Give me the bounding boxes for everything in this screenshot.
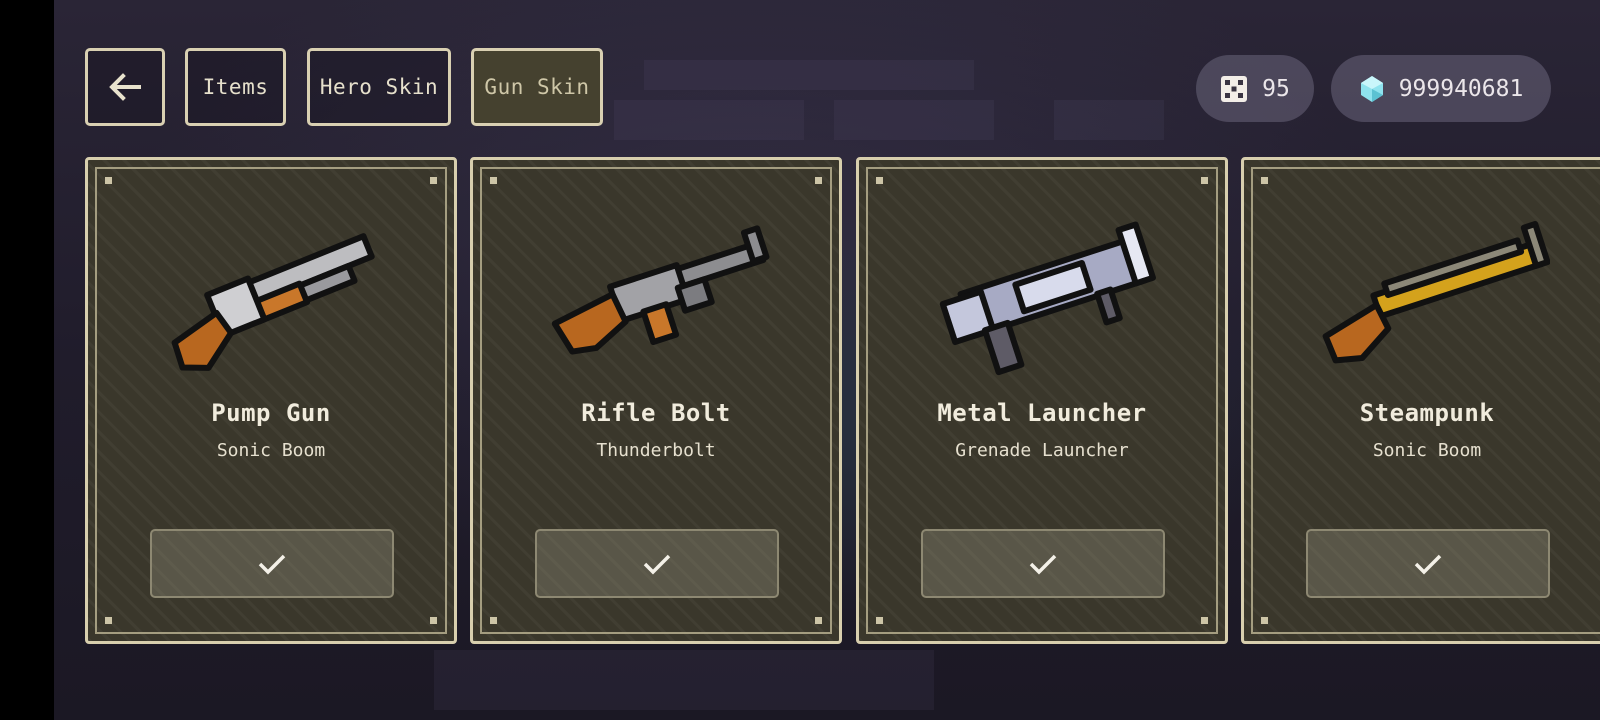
gem-counter: 999940681 xyxy=(1331,55,1551,122)
checkmark-icon xyxy=(258,554,286,574)
corner-dot xyxy=(1261,617,1268,624)
corner-dot xyxy=(105,177,112,184)
card-title: Pump Gun xyxy=(211,399,331,427)
checkmark-icon xyxy=(643,554,671,574)
corner-dot xyxy=(490,617,497,624)
background-block xyxy=(1054,100,1164,140)
back-button[interactable] xyxy=(85,48,165,126)
tab-label: Gun Skin xyxy=(484,75,590,99)
gem-count: 999940681 xyxy=(1398,75,1524,102)
corner-dot xyxy=(1201,617,1208,624)
gun-skin-card[interactable]: Pump Gun Sonic Boom xyxy=(85,157,457,644)
corner-dot xyxy=(490,177,497,184)
tab-label: Items xyxy=(202,75,269,99)
gun-skin-card[interactable]: Steampunk Sonic Boom xyxy=(1241,157,1600,644)
corner-dot xyxy=(876,177,883,184)
checkmark-icon xyxy=(1029,554,1057,574)
corner-dot xyxy=(105,617,112,624)
corner-dot xyxy=(1261,177,1268,184)
gun-skin-card[interactable]: Rifle Bolt Thunderbolt xyxy=(470,157,842,644)
card-subtitle: Grenade Launcher xyxy=(955,440,1129,461)
card-title: Rifle Bolt xyxy=(581,399,731,427)
background-block xyxy=(434,650,934,710)
card-subtitle: Sonic Boom xyxy=(216,440,326,461)
dice-icon xyxy=(1221,75,1248,102)
pump-gun-icon xyxy=(171,233,375,371)
dice-counter: 95 xyxy=(1196,55,1314,122)
tab-gun-skin[interactable]: Gun Skin xyxy=(471,48,603,126)
tab-label: Hero Skin xyxy=(319,75,439,99)
background-block xyxy=(644,60,974,90)
corner-dot xyxy=(430,177,437,184)
corner-dot xyxy=(815,617,822,624)
card-title: Metal Launcher xyxy=(937,399,1147,427)
steampunk-gun-icon xyxy=(1322,221,1550,364)
select-button[interactable] xyxy=(1306,529,1550,598)
select-button[interactable] xyxy=(535,529,779,598)
dice-count: 95 xyxy=(1262,75,1290,102)
checkmark-icon xyxy=(1414,554,1442,574)
select-button[interactable] xyxy=(921,529,1165,598)
rifle-bolt-icon xyxy=(551,225,770,355)
metal-launcher-icon xyxy=(939,221,1156,376)
corner-dot xyxy=(876,617,883,624)
card-subtitle: Sonic Boom xyxy=(1372,440,1482,461)
arrow-left-icon xyxy=(109,73,141,101)
background-block xyxy=(614,100,804,140)
tab-hero-skin[interactable]: Hero Skin xyxy=(307,48,451,126)
card-subtitle: Thunderbolt xyxy=(596,440,716,461)
background-block xyxy=(834,100,994,140)
corner-dot xyxy=(815,177,822,184)
gem-icon xyxy=(1360,75,1383,102)
select-button[interactable] xyxy=(150,529,394,598)
corner-dot xyxy=(430,617,437,624)
game-screen: Items Hero Skin Gun Skin 95 999940681 Pu… xyxy=(54,0,1600,720)
tab-items[interactable]: Items xyxy=(185,48,286,126)
card-title: Steampunk xyxy=(1359,399,1495,427)
corner-dot xyxy=(1201,177,1208,184)
gun-skin-card[interactable]: Metal Launcher Grenade Launcher xyxy=(856,157,1228,644)
